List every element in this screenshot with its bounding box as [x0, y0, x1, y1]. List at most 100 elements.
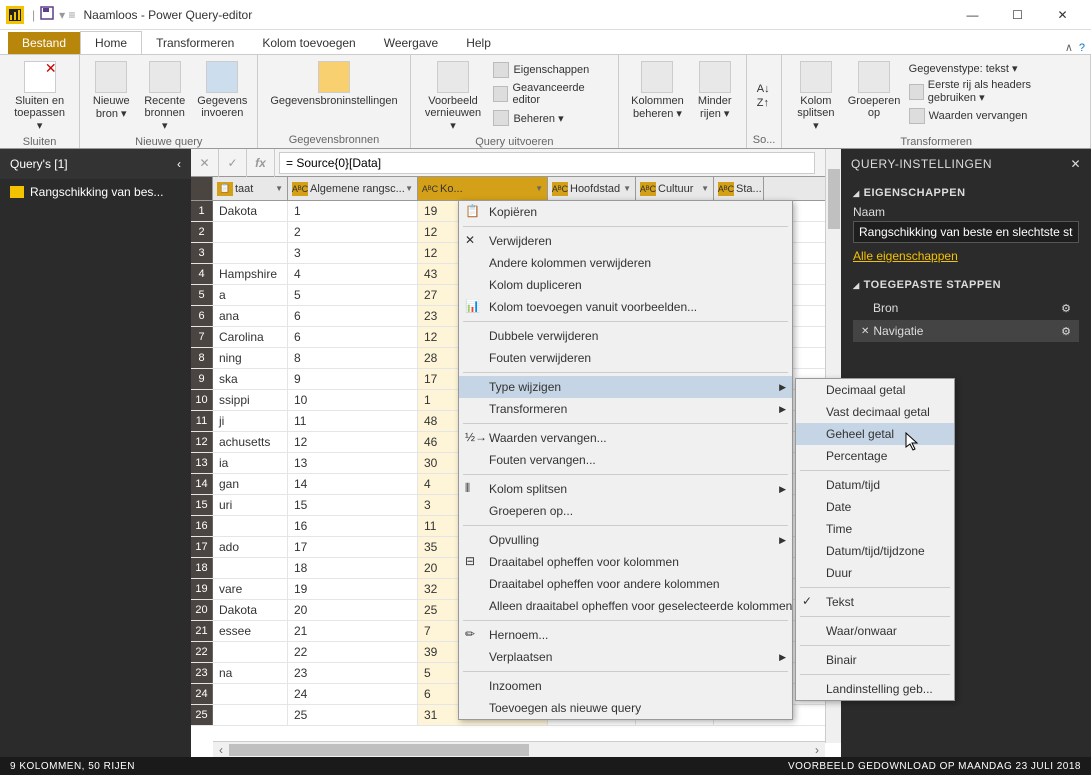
context-menu-item[interactable]: Geheel getal: [796, 423, 954, 445]
datasource-settings-button[interactable]: Gegevensbroninstellingen: [264, 59, 403, 132]
context-menu-item[interactable]: ✕Verwijderen: [459, 230, 792, 252]
context-menu-item[interactable]: Type wijzigen▶: [459, 376, 792, 398]
refresh-preview-button[interactable]: Voorbeeld vernieuwen ▾: [417, 59, 490, 134]
cell[interactable]: 16: [288, 516, 418, 536]
column-header[interactable]: AᴮCCultuur▼: [636, 177, 714, 200]
context-menu-item[interactable]: Fouten vervangen...: [459, 449, 792, 471]
cell[interactable]: 17: [288, 537, 418, 557]
cell[interactable]: ning: [213, 348, 288, 368]
context-menu-item[interactable]: ⫴Kolom splitsen▶: [459, 478, 792, 500]
gear-icon[interactable]: ⚙: [1061, 302, 1071, 315]
minimize-button[interactable]: —: [950, 0, 995, 30]
properties-section[interactable]: EIGENSCHAPPEN: [853, 187, 1079, 199]
close-settings-button[interactable]: ✕: [1070, 157, 1081, 171]
cell[interactable]: 21: [288, 621, 418, 641]
column-type-icon[interactable]: AᴮC: [552, 182, 568, 196]
query-name-input[interactable]: [853, 221, 1079, 243]
close-apply-button[interactable]: ✕ Sluiten en toepassen ▾: [6, 59, 73, 134]
cell[interactable]: 2: [288, 222, 418, 242]
context-menu-item[interactable]: 📋Kopiëren: [459, 201, 792, 223]
filter-dropdown-icon[interactable]: ▼: [762, 184, 764, 193]
fx-icon[interactable]: fx: [247, 149, 275, 177]
cell[interactable]: Dakota: [213, 201, 288, 221]
maximize-button[interactable]: ☐: [995, 0, 1040, 30]
cell[interactable]: 13: [288, 453, 418, 473]
cell[interactable]: 1: [288, 201, 418, 221]
column-type-icon[interactable]: AᴮC: [718, 182, 734, 196]
cell[interactable]: ana: [213, 306, 288, 326]
cell[interactable]: ssippi: [213, 390, 288, 410]
tab-home[interactable]: Home: [80, 31, 142, 54]
cell[interactable]: [213, 243, 288, 263]
cell[interactable]: achusetts: [213, 432, 288, 452]
column-header-selected[interactable]: AᴮCKo...▼: [418, 177, 548, 200]
context-menu-item[interactable]: Duur: [796, 562, 954, 584]
context-menu-item[interactable]: ⊟Draaitabel opheffen voor kolommen: [459, 551, 792, 573]
cell[interactable]: [213, 705, 288, 725]
collapse-ribbon-icon[interactable]: ∧: [1065, 41, 1073, 54]
column-type-icon[interactable]: AᴮC: [640, 182, 656, 196]
reduce-rows-button[interactable]: Minder rijen ▾: [690, 59, 740, 132]
tab-help[interactable]: Help: [452, 32, 505, 54]
formula-input[interactable]: [279, 152, 815, 174]
cell[interactable]: Carolina: [213, 327, 288, 347]
cell[interactable]: 18: [288, 558, 418, 578]
cell[interactable]: [213, 222, 288, 242]
context-menu-item[interactable]: Verplaatsen▶: [459, 646, 792, 668]
cell[interactable]: 8: [288, 348, 418, 368]
context-menu-item[interactable]: Decimaal getal: [796, 379, 954, 401]
filter-dropdown-icon[interactable]: ▼: [701, 184, 709, 193]
applied-steps-section[interactable]: TOEGEPASTE STAPPEN: [853, 279, 1079, 291]
filter-dropdown-icon[interactable]: ▼: [535, 184, 543, 193]
sort-asc-button[interactable]: A↓: [753, 82, 776, 96]
tab-transform[interactable]: Transformeren: [142, 32, 248, 54]
close-button[interactable]: ✕: [1040, 0, 1085, 30]
query-item[interactable]: Rangschikking van bes...: [0, 179, 191, 205]
context-menu-item[interactable]: Landinstelling geb...: [796, 678, 954, 700]
cell[interactable]: 24: [288, 684, 418, 704]
recent-sources-button[interactable]: Recente bronnen ▾: [136, 59, 193, 134]
help-icon[interactable]: ?: [1079, 42, 1085, 54]
sort-desc-button[interactable]: Z↑: [753, 96, 776, 110]
cell[interactable]: 19: [288, 579, 418, 599]
cell[interactable]: [213, 558, 288, 578]
context-menu-item[interactable]: Draaitabel opheffen voor andere kolommen: [459, 573, 792, 595]
context-menu-item[interactable]: Waar/onwaar: [796, 620, 954, 642]
formula-cancel-button[interactable]: ✕: [191, 149, 219, 177]
column-header[interactable]: AᴮCHoofdstad▼: [548, 177, 636, 200]
cell[interactable]: 4: [288, 264, 418, 284]
cell[interactable]: ia: [213, 453, 288, 473]
cell[interactable]: vare: [213, 579, 288, 599]
first-row-headers-button[interactable]: Eerste rij als headers gebruiken ▾: [905, 78, 1084, 105]
context-menu-item[interactable]: Andere kolommen verwijderen: [459, 252, 792, 274]
context-menu-item[interactable]: Kolom dupliceren: [459, 274, 792, 296]
context-menu-item[interactable]: Groeperen op...: [459, 500, 792, 522]
all-properties-link[interactable]: Alle eigenschappen: [853, 249, 958, 263]
formula-commit-button[interactable]: ✓: [219, 149, 247, 177]
context-menu-item[interactable]: Date: [796, 496, 954, 518]
delete-step-icon[interactable]: ✕: [861, 326, 869, 337]
cell[interactable]: 6: [288, 306, 418, 326]
scrollbar-thumb[interactable]: [229, 744, 529, 756]
cell[interactable]: uri: [213, 495, 288, 515]
properties-button[interactable]: Eigenschappen: [489, 61, 612, 79]
column-header[interactable]: AᴮCAlgemene rangsc...▼: [288, 177, 418, 200]
cell[interactable]: na: [213, 663, 288, 683]
column-header[interactable]: 📋taat▼: [213, 177, 288, 200]
context-menu-item[interactable]: Time: [796, 518, 954, 540]
cell[interactable]: 22: [288, 642, 418, 662]
context-menu-item[interactable]: Opvulling▶: [459, 529, 792, 551]
cell[interactable]: ado: [213, 537, 288, 557]
manage-columns-button[interactable]: Kolommen beheren ▾: [625, 59, 690, 132]
context-menu-item[interactable]: ✓Tekst: [796, 591, 954, 613]
cell[interactable]: [213, 642, 288, 662]
context-menu-item[interactable]: Datum/tijd/tijdzone: [796, 540, 954, 562]
cell[interactable]: essee: [213, 621, 288, 641]
cell[interactable]: gan: [213, 474, 288, 494]
advanced-editor-button[interactable]: Geavanceerde editor: [489, 81, 612, 107]
cell[interactable]: 12: [288, 432, 418, 452]
enter-data-button[interactable]: Gegevens invoeren: [193, 59, 251, 134]
context-menu-item[interactable]: Inzoomen: [459, 675, 792, 697]
cell[interactable]: 3: [288, 243, 418, 263]
cell[interactable]: ji: [213, 411, 288, 431]
